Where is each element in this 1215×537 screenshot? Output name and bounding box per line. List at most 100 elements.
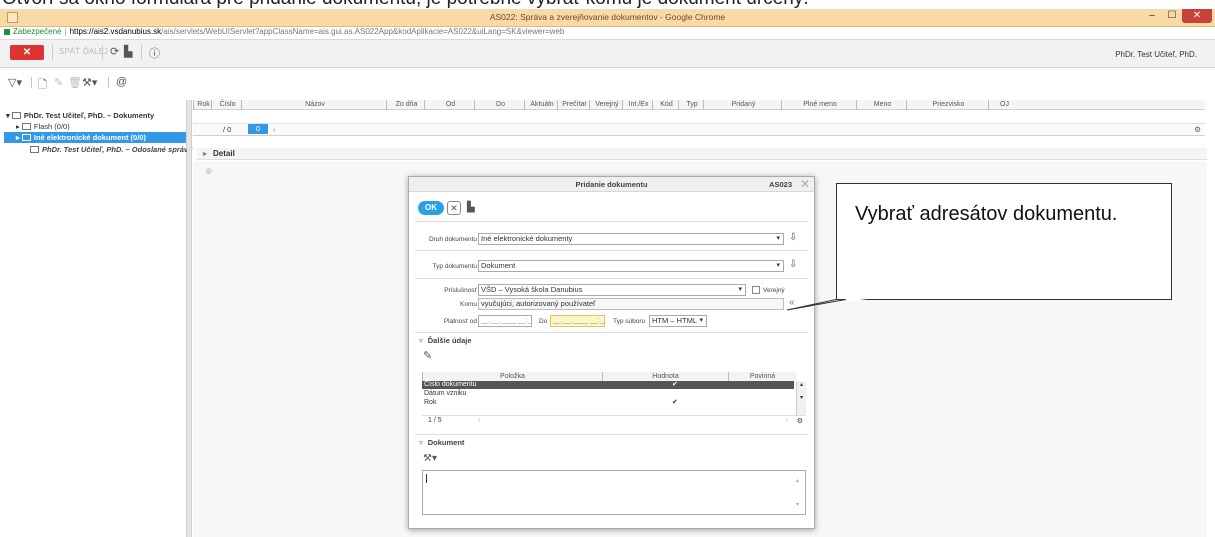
pencil-icon[interactable]: ✎ bbox=[423, 349, 432, 362]
col-header[interactable]: Položka bbox=[422, 372, 602, 381]
grid-pager: / 0 0 ‹ ⚙ bbox=[193, 124, 1205, 136]
col-header[interactable]: Povinná bbox=[728, 372, 796, 381]
col-header[interactable]: Plné meno bbox=[781, 100, 856, 110]
druh-select[interactable]: Iné elektronické dokumenty ▾ bbox=[478, 233, 784, 245]
document-tree: ▾ PhDr. Test Učiteľ, PhD. – Dokumenty ▸ … bbox=[0, 100, 192, 537]
col-header[interactable]: Od bbox=[424, 100, 474, 110]
pager-total: / 0 bbox=[223, 125, 232, 134]
col-header[interactable]: Názov bbox=[241, 100, 386, 110]
col-header[interactable]: Int./Ex bbox=[622, 100, 652, 110]
tree-root[interactable]: ▾ PhDr. Test Učiteľ, PhD. – Dokumenty bbox=[6, 110, 186, 121]
callout-pointer bbox=[786, 299, 867, 311]
col-header[interactable]: Hodnota bbox=[602, 372, 728, 381]
new-document-icon[interactable]: 🗋 bbox=[38, 76, 47, 95]
gear-icon[interactable]: ⚙ bbox=[1194, 125, 1201, 134]
typ-suboru-select[interactable]: HTM – HTML ▾ bbox=[649, 315, 707, 327]
cancel-button[interactable]: ✕ bbox=[447, 201, 461, 215]
dokument-header[interactable]: ▿ Dokument bbox=[419, 438, 464, 447]
info-icon[interactable]: ⓘ bbox=[149, 45, 160, 61]
dalsie-udaje-header[interactable]: ▿ Ďalšie údaje bbox=[419, 336, 472, 345]
table-row[interactable]: Dátum vzniku bbox=[422, 390, 794, 398]
col-header[interactable]: Meno bbox=[856, 100, 906, 110]
folder-icon bbox=[30, 146, 39, 153]
pager-next-icon[interactable]: › bbox=[786, 417, 788, 424]
table-pager: 1 / 5 ‹ › ⚙ bbox=[422, 415, 806, 425]
zoom-icon[interactable]: ⊕ bbox=[205, 166, 213, 177]
secure-label: Zabezpečené bbox=[13, 27, 62, 36]
col-header[interactable]: Prečítar bbox=[557, 100, 589, 110]
minimize-button[interactable]: – bbox=[1142, 9, 1162, 23]
col-header[interactable]: Typ bbox=[678, 100, 703, 110]
dialog-header[interactable]: Pridanie dokumentu AS023 ✕ bbox=[409, 177, 814, 192]
tools-icon[interactable]: ⚒▾ bbox=[423, 453, 437, 464]
back-button[interactable]: SPÄŤ bbox=[59, 47, 80, 56]
next-button[interactable]: ĎALEJ bbox=[83, 47, 108, 56]
window-close-button[interactable]: ✕ bbox=[1182, 9, 1212, 23]
pager-prev-icon[interactable]: ‹ bbox=[478, 417, 480, 424]
typ-label: Typ dokumentu bbox=[432, 263, 477, 270]
chart-icon[interactable]: ▙ bbox=[467, 202, 475, 213]
close-app-button[interactable]: ✕ bbox=[10, 45, 44, 60]
tree-item-flash[interactable]: ▸ Flash (0/0) bbox=[16, 121, 196, 132]
komu-field[interactable]: vyučujúci, autorizovaný používateľ bbox=[478, 298, 784, 310]
col-header[interactable]: Verejný bbox=[589, 100, 622, 110]
col-header[interactable]: Číslo bbox=[211, 100, 241, 110]
triangle-right-icon: ▸ bbox=[203, 149, 208, 158]
user-name[interactable]: PhDr. Test Učiteľ, PhD. bbox=[1115, 50, 1197, 59]
add-document-dialog: Pridanie dokumentu AS023 ✕ OK ✕ ▙ Druh d… bbox=[408, 176, 815, 529]
tools-icon[interactable]: ⚒▾ bbox=[82, 76, 97, 89]
prislusnost-select[interactable]: VŠD – Vysoká škola Danubius ▾ bbox=[478, 284, 746, 296]
table-scrollbar[interactable]: ▴ ▾ bbox=[796, 381, 806, 415]
pager-current-page[interactable]: 0 bbox=[248, 124, 268, 134]
col-header[interactable]: Pridaný bbox=[703, 100, 781, 110]
delete-icon[interactable]: 🗑 bbox=[68, 76, 82, 89]
table-pager-count: 1 / 5 bbox=[428, 417, 442, 424]
address-bar[interactable]: Zabezpečené | https://ais2.vsdanubius.sk/a… bbox=[0, 27, 1215, 40]
at-icon[interactable]: @ bbox=[116, 76, 127, 88]
documents-grid-body bbox=[193, 110, 1205, 124]
col-header[interactable]: Priezvisko bbox=[906, 100, 988, 110]
pager-prev-icon[interactable]: ‹ bbox=[273, 125, 276, 134]
platnost-od-field[interactable]: __.__.____ __:__ bbox=[478, 315, 532, 327]
close-icon[interactable]: ✕ bbox=[800, 177, 810, 191]
col-header[interactable]: Do bbox=[474, 100, 524, 110]
col-header[interactable]: Aktuáln bbox=[524, 100, 557, 110]
do-field[interactable]: __.__.____ __:__ bbox=[550, 315, 605, 327]
folder-icon bbox=[21, 123, 31, 130]
col-header[interactable]: Kód bbox=[652, 100, 678, 110]
documents-grid-header: Rok Číslo Názov Zo dňa Od Do Aktuáln Pre… bbox=[193, 100, 1205, 110]
table-row[interactable]: Rok ✔ bbox=[422, 399, 794, 407]
window-title: AS022: Správa a zverejňovanie dokumentov… bbox=[489, 12, 726, 22]
dialog-title: Pridanie dokumentu bbox=[575, 180, 648, 189]
document-toolbar: ▽▾ | 🗋 ✎ 🗑 ⚒▾ | @ bbox=[0, 76, 1215, 92]
divider bbox=[415, 250, 808, 251]
typ-select[interactable]: Dokument ▾ bbox=[478, 260, 784, 272]
filter-icon[interactable]: ▽▾ bbox=[8, 76, 22, 89]
edit-icon[interactable]: ✎ bbox=[54, 76, 63, 89]
chart-icon[interactable]: ▙ bbox=[124, 45, 132, 58]
typ-suboru-label: Typ súboru bbox=[613, 318, 646, 325]
col-header[interactable]: Rok bbox=[193, 100, 211, 110]
panel-splitter[interactable] bbox=[187, 100, 192, 537]
prislusnost-label: Príslušnosť bbox=[444, 287, 477, 294]
chevron-down-icon: ▾ bbox=[738, 286, 742, 293]
url-path: /ais/servlets/WebUIServlet?appClassName=… bbox=[161, 27, 565, 36]
refresh-icon[interactable]: ⟳ bbox=[110, 45, 119, 58]
col-header[interactable]: Zo dňa bbox=[386, 100, 424, 110]
verejny-checkbox[interactable] bbox=[752, 286, 760, 294]
divider bbox=[415, 332, 808, 333]
maximize-button[interactable]: ☐ bbox=[1162, 9, 1182, 23]
app-toolbar bbox=[0, 40, 1215, 68]
druh-label: Druh dokumentu bbox=[428, 236, 477, 243]
chevron-down-icon: ▾ bbox=[699, 317, 703, 324]
divider bbox=[415, 434, 808, 435]
tree-item-sent[interactable]: PhDr. Test Učiteľ, PhD. – Odoslané správ… bbox=[30, 144, 210, 155]
url-host: https://ais2.vsdanubius.sk bbox=[69, 27, 162, 36]
document-content-textarea[interactable]: ▴ ▾ bbox=[422, 470, 806, 515]
table-row[interactable]: Číslo dokumentu ✔ bbox=[422, 381, 794, 389]
col-header[interactable]: OJ bbox=[988, 100, 1018, 110]
ok-button[interactable]: OK bbox=[418, 201, 444, 215]
gear-icon[interactable]: ⚙ bbox=[797, 417, 803, 425]
detail-section-header[interactable]: ▸ Detail bbox=[197, 148, 1207, 160]
tree-item-other-documents[interactable]: ▸ Iné elektronické dokument (0/0) bbox=[4, 132, 186, 143]
